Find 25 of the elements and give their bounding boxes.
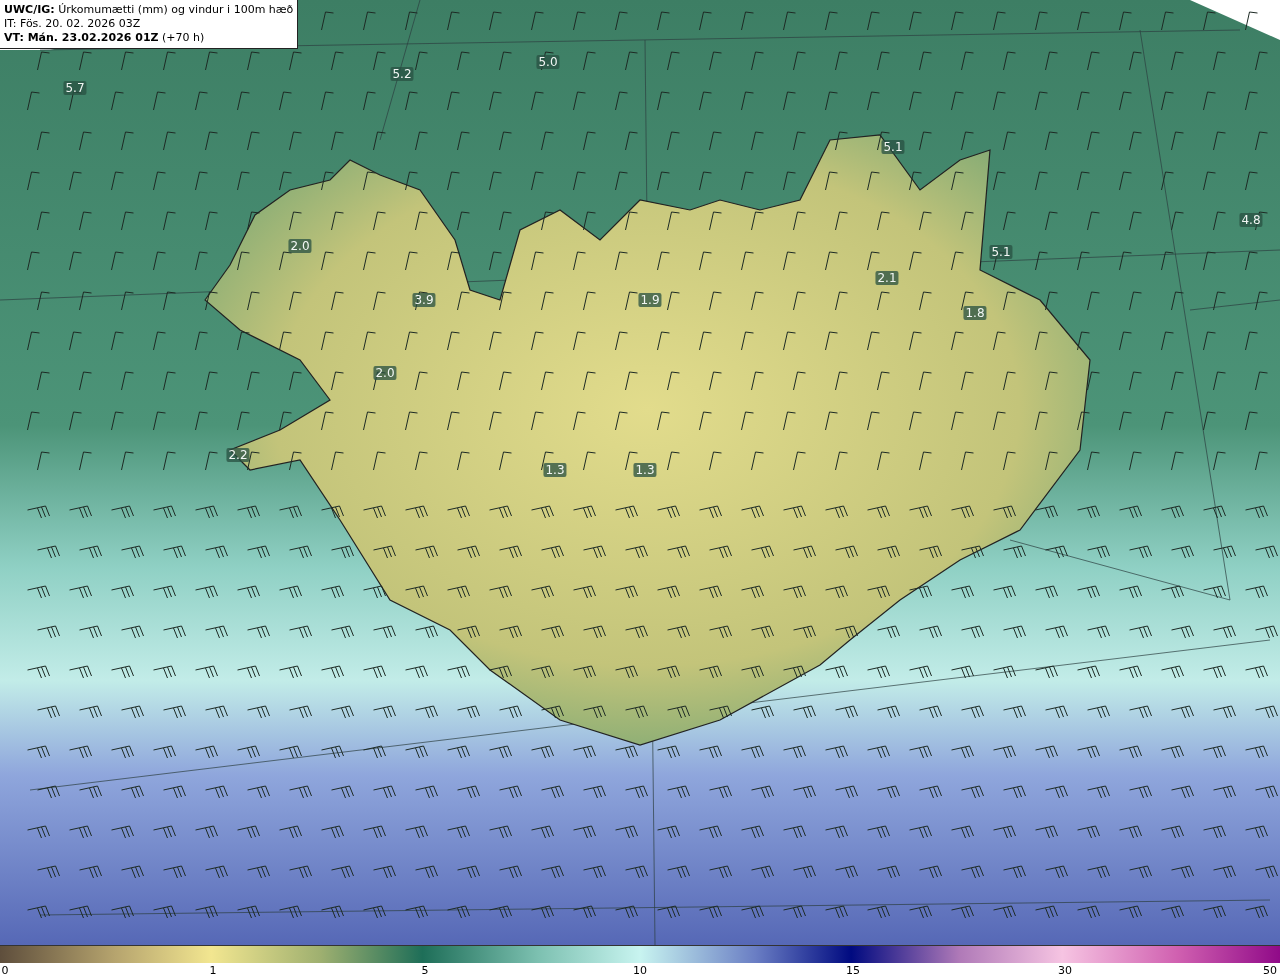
map-value-label: 1.9 — [638, 293, 662, 307]
map-value-label: 2.0 — [288, 239, 312, 253]
map-value-label: 4.8 — [1239, 213, 1263, 227]
map-value-label: 5.0 — [536, 55, 560, 69]
chart-title: UWC/IG: Úrkomumætti (mm) og vindur i 100m hæð — [4, 3, 294, 17]
colorbar-tick-label: 10 — [633, 964, 647, 977]
colorbar-tick-label: 30 — [1058, 964, 1072, 977]
map-value-label: 3.9 — [412, 293, 436, 307]
issue-time: IT: Fös. 20. 02. 2026 03Z — [4, 17, 142, 31]
map-value-label: 2.2 — [226, 448, 250, 462]
colorbar-tick-label: 0 — [1, 964, 9, 977]
map-value-label: 5.1 — [881, 140, 905, 154]
map-value-label: 5.1 — [989, 245, 1013, 259]
map-value-label: 5.2 — [390, 67, 414, 81]
colorbar-tick-label: 50 — [1263, 964, 1277, 977]
map-value-label: 1.3 — [633, 463, 657, 477]
map-value-label: 2.1 — [875, 271, 899, 285]
map-value-label: 1.3 — [543, 463, 567, 477]
map-value-label: 5.7 — [63, 81, 87, 95]
colorbar-tick-label: 15 — [846, 964, 860, 977]
colorbar-tick-label: 1 — [209, 964, 217, 977]
valid-time: VT: Mán. 23.02.2026 01Z (+70 h) — [4, 31, 206, 45]
colorbar-tick-label: 5 — [421, 964, 429, 977]
map-value-label: 2.0 — [373, 366, 397, 380]
map-value-label: 1.8 — [963, 306, 987, 320]
